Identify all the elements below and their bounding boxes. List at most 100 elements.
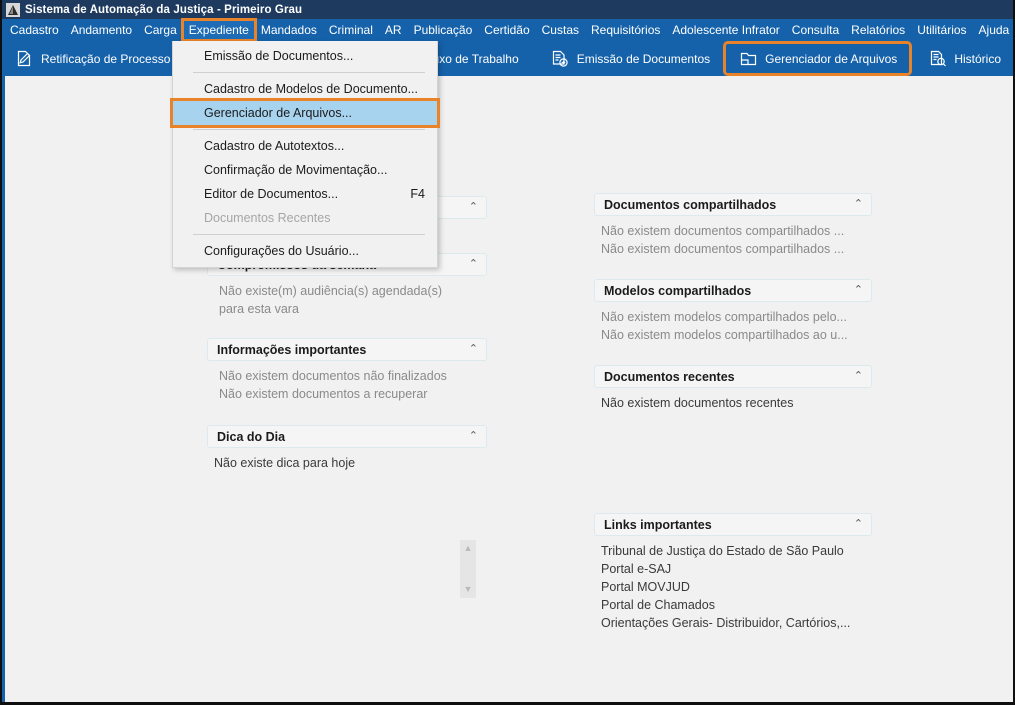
folder-manager-icon [738,49,758,69]
chevron-up-icon[interactable]: ⌃ [854,199,863,210]
panel-line: Não existem documentos compartilhados ..… [601,224,845,238]
menu-item-editor-de-documentos[interactable]: Editor de Documentos... F4 [173,182,437,206]
toolbar-button-gerenciador-de-arquivos[interactable]: Gerenciador de Arquivos [723,41,913,76]
pyramid-icon [6,2,20,17]
menu-publicacao[interactable]: Publicação [408,20,479,40]
panel-title: Links importantes [604,517,712,532]
menu-adolescente-infrator[interactable]: Adolescente Infrator [666,20,785,40]
panel-line: Não existem documentos não finalizados [219,369,447,383]
menu-item-label: Emissão de Documentos... [204,49,354,63]
scroll-up-arrow-icon[interactable]: ▲ [464,544,473,553]
menu-item-label: Confirmação de Movimentação... [204,163,388,177]
panel-body: Tribunal de Justiça do Estado de São Pau… [594,536,872,634]
main-content: ⌃ (Softplan - SP) não possui recados Com… [2,76,1013,702]
panel-header[interactable]: Modelos compartilhados ⌃ [594,279,872,302]
panel-header[interactable]: Informações importantes ⌃ [207,338,487,361]
menu-ajuda[interactable]: Ajuda [973,20,1013,40]
link-item[interactable]: Portal de Chamados [601,596,868,614]
panel-body: Não existem documentos compartilhados ..… [594,216,872,260]
application-window: Sistema de Automação da Justiça - Primei… [0,0,1015,705]
toolbar-button-historico[interactable]: Histórico [915,44,1013,73]
menu-custas[interactable]: Custas [536,20,585,40]
chevron-up-icon[interactable]: ⌃ [469,344,478,355]
menu-bar: Cadastro Andamento Carga Expediente Mand… [2,18,1013,42]
menu-separator [193,129,425,130]
toolbar-button-retificacao-de-processo[interactable]: Retificação de Processo [2,44,182,73]
menu-utilitarios[interactable]: Utilitários [911,20,972,40]
menu-cadastro[interactable]: Cadastro [4,20,65,40]
menu-item-documentos-recentes: Documentos Recentes [173,206,437,230]
right-column: Documentos compartilhados ⌃ Não existem … [594,193,872,634]
panel-title: Documentos recentes [604,369,735,384]
chevron-up-icon[interactable]: ⌃ [854,519,863,530]
menu-separator [193,234,425,235]
panel-title: Informações importantes [217,342,367,357]
panel-body: Não existem modelos compartilhados pelo.… [594,302,872,346]
window-title: Sistema de Automação da Justiça - Primei… [25,3,303,16]
menu-expediente[interactable]: Expediente [180,18,257,42]
panel-body: Não existe dica para hoje [207,448,487,474]
menu-item-gerenciador-de-arquivos[interactable]: Gerenciador de Arquivos... [170,98,440,128]
document-search-icon [927,49,947,69]
toolbar-button-emissao-de-documentos[interactable]: Emissão de Documentos [538,44,722,73]
panel-line: para esta vara [219,302,299,316]
title-bar: Sistema de Automação da Justiça - Primei… [2,0,1013,19]
panel-body: Não existem documentos recentes [594,388,872,414]
menu-certidao[interactable]: Certidão [478,20,535,40]
menu-carga[interactable]: Carga [138,20,183,40]
link-item[interactable]: Portal e-SAJ [601,560,868,578]
menu-item-cadastro-de-modelos-de-documento[interactable]: Cadastro de Modelos de Documento... [173,77,437,101]
panel-line: Não existem documentos a recuperar [219,387,428,401]
panel-header[interactable]: Dica do Dia ⌃ [207,425,487,448]
scroll-down-arrow-icon[interactable]: ▼ [464,585,473,594]
dica-do-dia-scrollbar[interactable]: ▲ ▼ [460,540,476,598]
left-accent-bar [2,76,5,702]
panel-line: Não existe dica para hoje [214,456,356,470]
link-item[interactable]: Portal MOVJUD [601,578,868,596]
panel-header[interactable]: Documentos compartilhados ⌃ [594,193,872,216]
menu-item-shortcut: F4 [410,187,425,201]
panel-line: Não existe(m) audiência(s) agendada(s) [219,284,443,298]
panel-body: Não existe(m) audiência(s) agendada(s) p… [207,276,487,320]
menu-item-emissao-de-documentos[interactable]: Emissão de Documentos... [173,44,437,68]
toolbar-button-label: Retificação de Processo [41,51,171,66]
panel-documentos-recentes: Documentos recentes ⌃ Não existem docume… [594,365,872,414]
menu-requisitorios[interactable]: Requisitórios [585,20,666,40]
chevron-up-icon[interactable]: ⌃ [469,259,478,270]
menu-relatorios[interactable]: Relatórios [845,20,911,40]
menu-item-label: Gerenciador de Arquivos... [204,106,352,120]
link-item[interactable]: Tribunal de Justiça do Estado de São Pau… [601,542,868,560]
menu-item-configuracoes-do-usuario[interactable]: Configurações do Usuário... [173,239,437,263]
chevron-up-icon[interactable]: ⌃ [854,371,863,382]
menu-consulta[interactable]: Consulta [786,20,845,40]
menu-ar[interactable]: AR [379,20,408,40]
panel-header[interactable]: Links importantes ⌃ [594,513,872,536]
menu-item-cadastro-de-autotextos[interactable]: Cadastro de Autotextos... [173,134,437,158]
chevron-up-icon[interactable]: ⌃ [469,202,478,213]
menu-mandados[interactable]: Mandados [255,20,323,40]
menu-item-label: Editor de Documentos... [204,187,339,201]
toolbar-button-label: Emissão de Documentos [576,51,711,66]
panel-line: Não existem modelos compartilhados pelo.… [601,310,847,324]
toolbar: Retificação de Processo Peças Fluxo de T… [2,41,1013,76]
link-item[interactable]: Orientações Gerais- Distribuidor, Cartór… [601,614,868,632]
menu-item-label: Cadastro de Autotextos... [204,139,345,153]
menu-item-label: Configurações do Usuário... [204,244,359,258]
menu-separator [193,72,425,73]
menu-andamento[interactable]: Andamento [65,20,138,40]
menu-item-confirmacao-de-movimentacao[interactable]: Confirmação de Movimentação... [173,158,437,182]
chevron-up-icon[interactable]: ⌃ [854,285,863,296]
chevron-up-icon[interactable]: ⌃ [469,431,478,442]
panel-line: Não existem modelos compartilhados ao u.… [601,328,848,342]
toolbar-button-label: Gerenciador de Arquivos [765,51,898,66]
expediente-dropdown-menu: Emissão de Documentos... Cadastro de Mod… [170,41,440,268]
panel-header[interactable]: Documentos recentes ⌃ [594,365,872,388]
panel-documentos-compartilhados: Documentos compartilhados ⌃ Não existem … [594,193,872,260]
panel-links-importantes: Links importantes ⌃ Tribunal de Justiça … [594,513,872,634]
menu-criminal[interactable]: Criminal [323,20,379,40]
panel-line: Não existem documentos compartilhados ..… [601,242,845,256]
panel-title: Modelos compartilhados [604,283,752,298]
left-column: Compromissos da semana ⌃ Não existe(m) a… [207,253,487,474]
panel-body: Não existem documentos não finalizados N… [207,361,487,405]
panel-title: Dica do Dia [217,429,286,444]
